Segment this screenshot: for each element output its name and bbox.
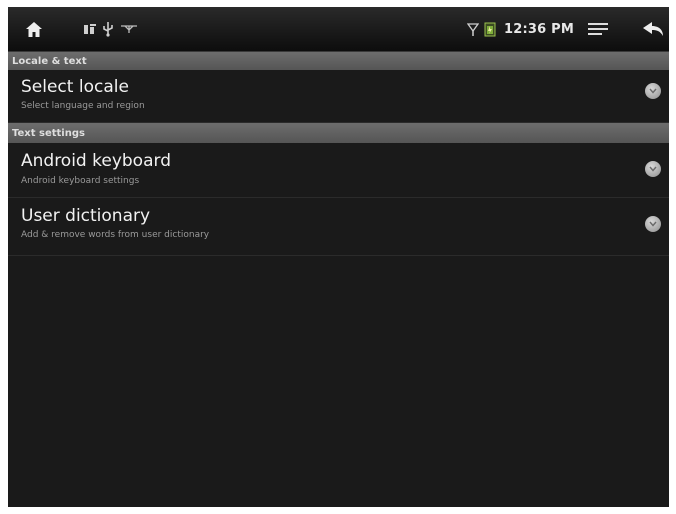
empty-list-area <box>8 256 669 506</box>
back-icon[interactable] <box>642 7 664 51</box>
list-item-user-dictionary[interactable]: User dictionary Add & remove words from … <box>8 198 669 256</box>
battery-icon <box>484 7 496 51</box>
chevron-down-icon[interactable] <box>645 161 661 177</box>
menu-icon[interactable] <box>588 7 608 51</box>
wifi-icon <box>467 7 479 51</box>
chevron-down-icon[interactable] <box>645 216 661 232</box>
list-item-select-locale[interactable]: Select locale Select language and region <box>8 70 669 123</box>
status-bar: 12:36 PM <box>8 7 669 52</box>
section-header-text-settings: Text settings <box>8 123 669 143</box>
list-item-android-keyboard[interactable]: Android keyboard Android keyboard settin… <box>8 143 669 198</box>
device-screen: 12:36 PM Locale & text Select locale Sel… <box>8 7 669 507</box>
usb-icon <box>101 7 115 51</box>
chevron-down-icon[interactable] <box>645 83 661 99</box>
notification-icon <box>83 7 97 51</box>
section-header-locale: Locale & text <box>8 52 669 70</box>
item-summary: Add & remove words from user dictionary <box>21 230 210 240</box>
item-summary: Android keyboard settings <box>21 176 140 186</box>
item-title: Select locale <box>21 77 129 97</box>
item-title: Android keyboard <box>21 151 171 171</box>
home-icon[interactable] <box>25 7 43 51</box>
clock: 12:36 PM <box>504 21 574 37</box>
signal-icon <box>120 7 138 51</box>
item-summary: Select language and region <box>21 101 145 111</box>
item-title: User dictionary <box>21 206 151 226</box>
